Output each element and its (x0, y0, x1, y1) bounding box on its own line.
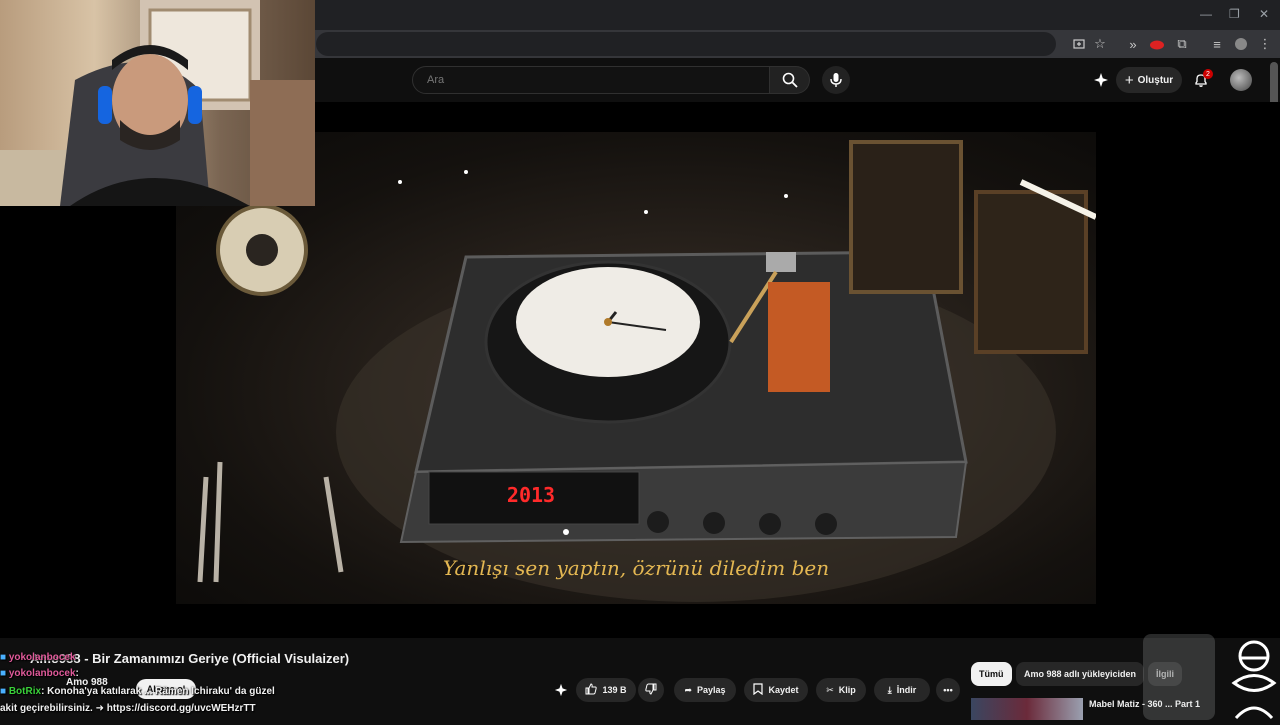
chat-user: yokolanbocek (8, 652, 76, 663)
like-count: 139 B (602, 685, 627, 695)
ai-ask-button[interactable] (550, 678, 572, 702)
more-actions-button[interactable]: ••• (936, 678, 960, 702)
address-bar[interactable] (316, 32, 1056, 56)
plus-icon: + (1124, 71, 1134, 89)
cast-icon[interactable] (1070, 35, 1088, 53)
thumbs-up-icon (585, 683, 598, 697)
record-extension-icon[interactable] (1148, 35, 1166, 53)
dislike-button[interactable] (638, 678, 664, 702)
sparkle-icon (1094, 73, 1108, 87)
chat-line: ■ yokolanbocek: (0, 668, 79, 679)
close-window-button[interactable]: ✕ (1259, 7, 1269, 21)
chat-text: : Konoha'ya katılarak ... Rämen Ichiraku… (41, 686, 275, 697)
bookmark-star-icon[interactable]: ☆ (1091, 35, 1109, 53)
streamer-camera (0, 0, 315, 206)
webcam-overlay (0, 0, 315, 206)
download-icon: ⤓ (887, 684, 892, 695)
chat-text: akit geçirebilirsiniz. ➜ https://discord… (0, 703, 256, 714)
chip-all[interactable]: Tümü (971, 662, 1012, 686)
extension-icon[interactable]: » (1124, 35, 1142, 53)
save-button[interactable]: Kaydet (744, 678, 808, 702)
more-icon: ••• (943, 685, 953, 695)
clip-button[interactable]: ✂ Klip (816, 678, 866, 702)
minimize-button[interactable]: — (1200, 7, 1212, 21)
chat-badge-icon: ■ (0, 686, 9, 697)
video-title: Amo988 - Bir Zamanımızı Geriye (Official… (30, 651, 350, 666)
share-button[interactable]: ➦ Paylaş (674, 678, 736, 702)
save-label: Kaydet (768, 685, 799, 695)
notification-badge: 2 (1203, 69, 1213, 79)
chip-uploader[interactable]: Amo 988 adlı yükleyiciden (1016, 662, 1145, 686)
clip-label: Klip (838, 685, 856, 695)
like-button[interactable]: 139 B (576, 678, 636, 702)
account-avatar[interactable] (1230, 69, 1252, 91)
profile-icon[interactable] (1232, 35, 1250, 53)
search-box[interactable] (412, 66, 770, 94)
chat-user: BotRix (8, 686, 42, 697)
microphone-icon (830, 73, 842, 87)
thumbs-down-icon (645, 683, 657, 697)
create-button[interactable]: + Oluştur (1116, 67, 1182, 93)
create-label: Oluştur (1137, 74, 1174, 86)
search-input[interactable] (425, 73, 769, 87)
ai-sparkle-button[interactable] (1092, 71, 1110, 89)
year-display: 2013 (507, 483, 555, 507)
recommendation-thumbnail[interactable] (971, 698, 1083, 720)
chat-text: : (75, 668, 79, 679)
download-button[interactable]: ⤓ İndir (874, 678, 930, 702)
browser-menu-icon[interactable]: ⋮ (1256, 35, 1274, 53)
search-icon (782, 72, 798, 88)
chat-line: akit geçirebilirsiniz. ➜ https://discord… (0, 703, 256, 714)
sparkle-icon (554, 683, 568, 697)
chat-badge-icon: ■ (0, 652, 9, 663)
puzzle-icon[interactable]: ⧉ (1173, 35, 1191, 53)
search-button[interactable] (770, 66, 810, 94)
streamer-logo (1224, 638, 1280, 720)
share-label: Paylaş (697, 685, 726, 695)
media-control-icon[interactable]: ≡ (1208, 35, 1226, 53)
voice-search-button[interactable] (822, 66, 850, 94)
chat-line: ■ BotRix: Konoha'ya katılarak ... Rämen … (0, 686, 275, 697)
lyrics-subtitle: Yanlışı sen yaptın, özrünü diledim ben (442, 556, 830, 580)
bookmark-icon (753, 683, 764, 697)
share-icon: ➦ (684, 684, 692, 695)
maximize-button[interactable]: ❐ (1229, 7, 1240, 21)
chat-badge-icon: ■ (0, 668, 9, 679)
chat-user: yokolanbocek (8, 668, 76, 679)
scissors-icon: ✂ (826, 684, 834, 695)
glass-overlay (1143, 634, 1215, 720)
download-label: İndir (896, 685, 917, 695)
chat-line: ■ yokolanbocek (0, 652, 76, 663)
